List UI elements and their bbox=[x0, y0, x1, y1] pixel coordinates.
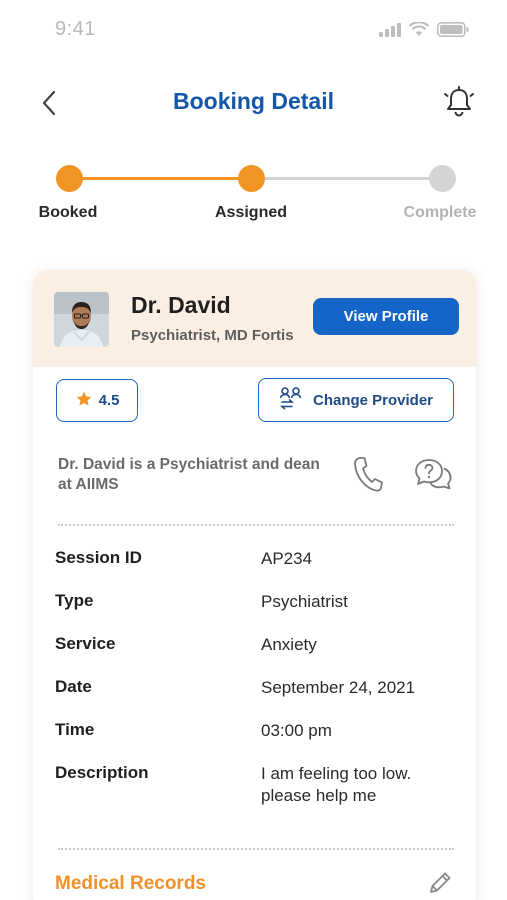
status-bar: 9:41 bbox=[0, 0, 507, 60]
step-label-booked: Booked bbox=[38, 204, 98, 221]
detail-key: Session ID bbox=[55, 548, 142, 567]
edit-medical-records-button[interactable] bbox=[425, 870, 455, 900]
section-divider bbox=[58, 848, 454, 850]
star-icon bbox=[75, 390, 93, 412]
chat-button[interactable] bbox=[413, 458, 453, 496]
change-provider-button[interactable]: Change Provider bbox=[258, 378, 454, 422]
detail-value: I am feeling too low. please help me bbox=[261, 764, 412, 805]
chat-question-icon bbox=[413, 457, 453, 498]
detail-value: Anxiety bbox=[261, 635, 317, 654]
page-title: Booking Detail bbox=[172, 88, 334, 114]
doctor-specialty: Psychiatrist, MD Fortis bbox=[131, 327, 294, 344]
progress-line-pending bbox=[252, 177, 442, 180]
change-provider-icon bbox=[279, 386, 305, 414]
battery-icon bbox=[437, 22, 469, 42]
detail-value: AP234 bbox=[261, 549, 313, 568]
doctor-header: Dr. David Psychiatrist, MD Fortis View P… bbox=[33, 270, 476, 367]
progress-line-completed bbox=[70, 177, 252, 180]
detail-value: September 24, 2021 bbox=[261, 678, 416, 697]
detail-key: Date bbox=[55, 677, 92, 696]
detail-value: Psychiatrist bbox=[261, 592, 348, 611]
doctor-avatar bbox=[54, 292, 109, 347]
bell-icon bbox=[442, 85, 476, 123]
step-dot-complete bbox=[429, 165, 456, 192]
rating-badge: 4.5 bbox=[56, 379, 138, 422]
wifi-icon bbox=[408, 21, 430, 42]
step-dot-assigned bbox=[238, 165, 265, 192]
phone-icon bbox=[353, 456, 383, 497]
status-icons bbox=[379, 21, 469, 42]
doctor-bio: Dr. David is a Psychiatrist and dean at … bbox=[58, 456, 320, 493]
step-dot-booked bbox=[56, 165, 83, 192]
medical-records-title: Medical Records bbox=[55, 873, 206, 894]
call-button[interactable] bbox=[351, 456, 385, 496]
detail-key: Type bbox=[55, 591, 94, 610]
status-time: 9:41 bbox=[55, 18, 96, 40]
section-divider bbox=[58, 524, 454, 526]
view-profile-button[interactable]: View Profile bbox=[313, 298, 459, 335]
detail-key: Description bbox=[55, 763, 149, 782]
pencil-icon bbox=[427, 870, 453, 900]
signal-icon bbox=[379, 22, 401, 42]
detail-key: Time bbox=[55, 720, 95, 739]
app-header: Booking Detail bbox=[0, 80, 507, 130]
notifications-button[interactable] bbox=[441, 85, 477, 123]
booking-progress-stepper: Booked Assigned Complete bbox=[0, 160, 507, 230]
rating-value: 4.5 bbox=[98, 392, 120, 409]
change-provider-label: Change Provider bbox=[312, 391, 434, 409]
doctor-name: Dr. David bbox=[131, 292, 231, 318]
detail-value: 03:00 pm bbox=[261, 721, 332, 740]
step-label-assigned: Assigned bbox=[214, 204, 288, 221]
booking-card: Dr. David Psychiatrist, MD Fortis View P… bbox=[33, 270, 476, 900]
step-label-complete: Complete bbox=[403, 204, 477, 221]
detail-key: Service bbox=[55, 634, 116, 653]
